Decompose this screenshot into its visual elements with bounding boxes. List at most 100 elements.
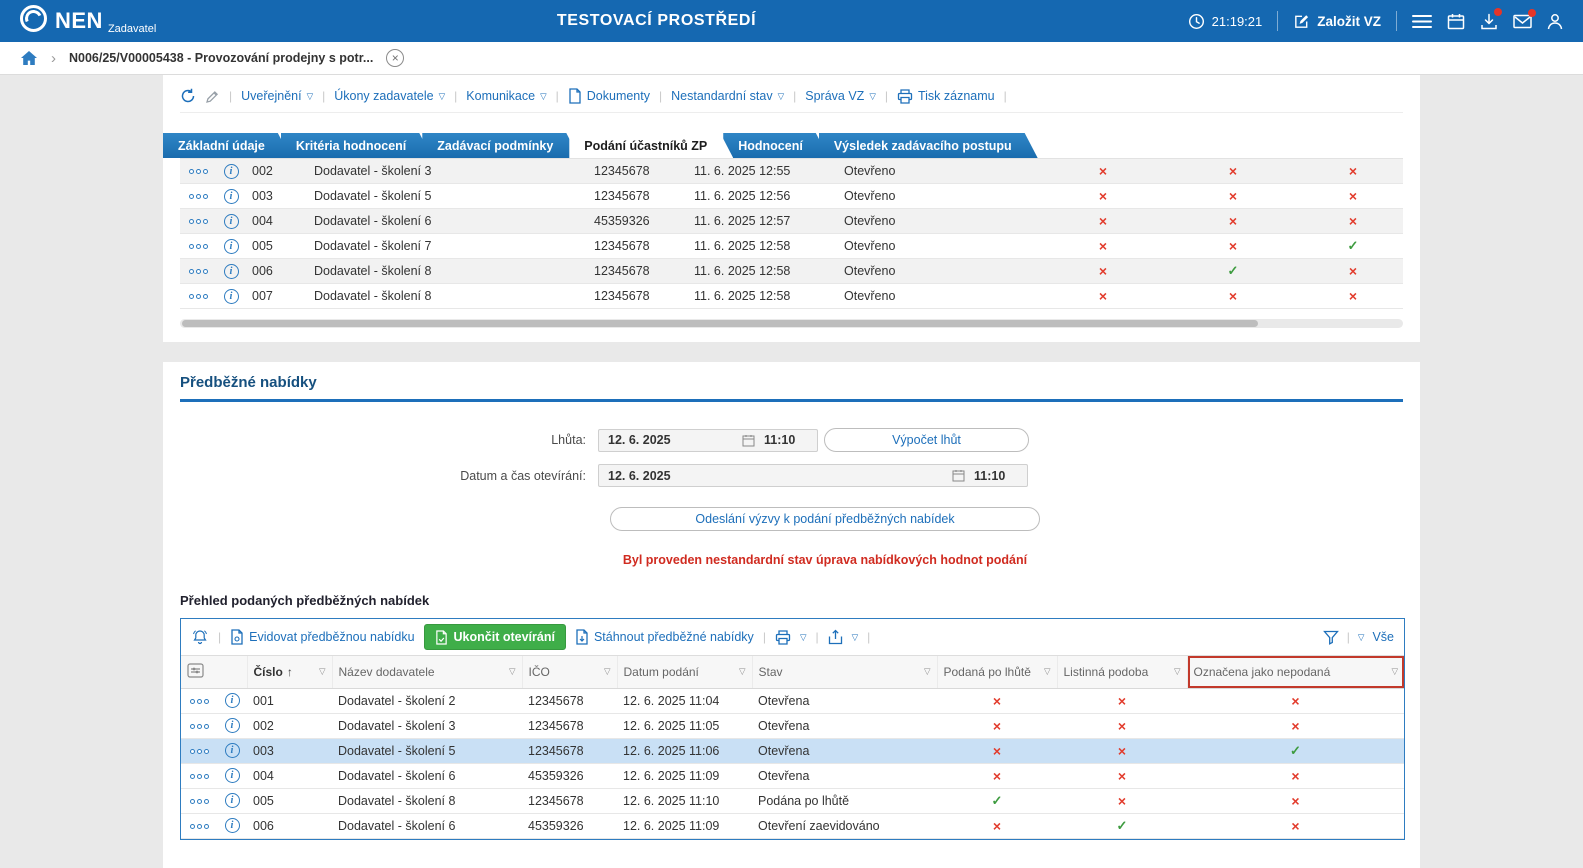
info-icon[interactable]: i bbox=[223, 188, 239, 204]
send-invitation-button[interactable]: Odeslání výzvy k podání předběžných nabí… bbox=[610, 507, 1040, 531]
menu-sprava-vz[interactable]: Správa VZ ▽ bbox=[805, 89, 876, 103]
row-info-cell[interactable]: i bbox=[217, 688, 247, 714]
col-header-supplier[interactable]: Název dodavatele ▽ bbox=[332, 656, 523, 689]
row-actions-cell[interactable] bbox=[180, 158, 216, 184]
row-actions-icon[interactable] bbox=[188, 219, 208, 225]
menu-icon[interactable] bbox=[1412, 14, 1432, 29]
row-info-cell[interactable]: i bbox=[216, 283, 246, 309]
table-row[interactable]: i 002 Dodavatel - školení 3 12345678 12. 6. … bbox=[181, 713, 1404, 739]
calc-deadlines-button[interactable]: Výpočet lhůt bbox=[824, 428, 1029, 452]
dropdown-icon[interactable]: ▽ bbox=[800, 632, 807, 643]
info-icon[interactable]: i bbox=[224, 818, 240, 834]
calendar-icon[interactable] bbox=[952, 469, 965, 482]
row-actions-cell[interactable] bbox=[181, 813, 217, 839]
export-icon[interactable] bbox=[828, 629, 843, 645]
home-icon[interactable] bbox=[20, 50, 38, 66]
menu-uverejneni[interactable]: Uveřejnění ▽ bbox=[241, 89, 313, 103]
row-actions-icon[interactable] bbox=[189, 698, 209, 704]
tab-hodnoceni[interactable]: Hodnocení bbox=[723, 133, 829, 158]
row-actions-icon[interactable] bbox=[189, 798, 209, 804]
filter-icon[interactable] bbox=[1322, 630, 1339, 645]
row-info-cell[interactable]: i bbox=[216, 208, 246, 234]
bell-icon[interactable] bbox=[191, 629, 209, 645]
col-header-not-submitted[interactable]: Označena jako nepodaná ▽ bbox=[1187, 656, 1404, 689]
refresh-icon[interactable] bbox=[180, 88, 196, 104]
row-actions-icon[interactable] bbox=[189, 748, 209, 754]
register-offer-button[interactable]: Evidovat předběžnou nabídku bbox=[230, 629, 415, 645]
row-actions-cell[interactable] bbox=[181, 763, 217, 789]
info-icon[interactable]: i bbox=[223, 163, 239, 179]
row-actions-cell[interactable] bbox=[180, 208, 216, 234]
filter-dropdown-icon[interactable]: ▽ bbox=[319, 666, 326, 677]
menu-komunikace[interactable]: Komunikace ▽ bbox=[466, 89, 546, 103]
row-actions-icon[interactable] bbox=[189, 723, 209, 729]
profile-icon[interactable] bbox=[1547, 13, 1563, 30]
create-vz-button[interactable]: Založit VZ bbox=[1293, 13, 1381, 30]
row-actions-cell[interactable] bbox=[180, 183, 216, 209]
filter-dropdown-icon[interactable]: ▽ bbox=[1391, 666, 1398, 677]
dropdown-icon[interactable]: ▽ bbox=[852, 632, 859, 643]
scrollbar-thumb[interactable] bbox=[182, 320, 1259, 327]
row-info-cell[interactable]: i bbox=[216, 158, 246, 184]
row-info-cell[interactable]: i bbox=[217, 763, 247, 789]
deadline-date-value[interactable]: 12. 6. 2025 bbox=[599, 433, 742, 447]
row-actions-cell[interactable] bbox=[181, 713, 217, 739]
col-header-late[interactable]: Podaná po lhůtě ▽ bbox=[937, 656, 1058, 689]
downloads-icon[interactable] bbox=[1480, 7, 1502, 30]
table-row[interactable]: i 004 Dodavatel - školení 6 45359326 11. 6. … bbox=[180, 208, 1403, 234]
table-row[interactable]: i 002 Dodavatel - školení 3 12345678 11. 6. … bbox=[180, 158, 1403, 184]
tab-kriteria-hodnoceni[interactable]: Kritéria hodnocení bbox=[281, 133, 432, 158]
edit-icon[interactable] bbox=[205, 89, 220, 104]
horizontal-scrollbar[interactable] bbox=[180, 319, 1403, 328]
menu-ukony-zadavatele[interactable]: Úkony zadavatele ▽ bbox=[334, 89, 445, 103]
col-header-ico[interactable]: IČO ▽ bbox=[522, 656, 618, 689]
row-info-cell[interactable]: i bbox=[217, 738, 247, 764]
opening-time-value[interactable]: 11:10 bbox=[965, 469, 1027, 483]
open-record-tab[interactable]: N006/25/V00005438 - Provozování prodejny… bbox=[69, 51, 373, 65]
download-offers-button[interactable]: Stáhnout předběžné nabídky bbox=[575, 629, 754, 645]
table-row[interactable]: i 006 Dodavatel - školení 8 12345678 11. 6. … bbox=[180, 258, 1403, 284]
info-icon[interactable]: i bbox=[224, 768, 240, 784]
table-row[interactable]: i 001 Dodavatel - školení 2 12345678 12. 6. … bbox=[181, 688, 1404, 714]
row-actions-icon[interactable] bbox=[188, 269, 208, 275]
info-icon[interactable]: i bbox=[224, 718, 240, 734]
row-actions-icon[interactable] bbox=[189, 823, 209, 829]
row-info-cell[interactable]: i bbox=[216, 183, 246, 209]
tab-zadavaci-podminky[interactable]: Zadávací podmínky bbox=[422, 133, 579, 158]
row-actions-cell[interactable] bbox=[180, 283, 216, 309]
col-header-number[interactable]: Číslo ↑ ▽ bbox=[247, 656, 333, 689]
row-actions-icon[interactable] bbox=[188, 294, 208, 300]
col-header-paper[interactable]: Listinná podoba ▽ bbox=[1057, 656, 1188, 689]
table-row[interactable]: i 004 Dodavatel - školení 6 45359326 12. 6. … bbox=[181, 763, 1404, 789]
menu-tisk-zaznamu[interactable]: Tisk záznamu bbox=[897, 88, 995, 104]
finish-opening-button[interactable]: Ukončit otevírání bbox=[423, 624, 566, 650]
col-header-date[interactable]: Datum podání ▽ bbox=[617, 656, 753, 689]
info-icon[interactable]: i bbox=[223, 213, 239, 229]
messages-icon[interactable] bbox=[1513, 8, 1536, 29]
filter-dropdown-icon[interactable]: ▽ bbox=[604, 666, 611, 677]
dropdown-icon[interactable]: ▽ bbox=[1358, 632, 1365, 643]
filter-dropdown-icon[interactable]: ▽ bbox=[509, 666, 516, 677]
row-info-cell[interactable]: i bbox=[217, 713, 247, 739]
filter-dropdown-icon[interactable]: ▽ bbox=[739, 666, 746, 677]
col-header-status[interactable]: Stav ▽ bbox=[752, 656, 938, 689]
row-actions-cell[interactable] bbox=[180, 258, 216, 284]
tab-podani-ucastniku-zp[interactable]: Podání účastníků ZP bbox=[569, 133, 733, 158]
deadline-datetime-input[interactable]: 12. 6. 2025 11:10 bbox=[598, 428, 818, 452]
row-actions-cell[interactable] bbox=[181, 738, 217, 764]
tab-zakladni-udaje[interactable]: Základní údaje bbox=[163, 133, 291, 158]
row-actions-icon[interactable] bbox=[188, 244, 208, 250]
info-icon[interactable]: i bbox=[223, 238, 239, 254]
info-icon[interactable]: i bbox=[223, 263, 239, 279]
nen-logo[interactable]: NEN Zadavatel bbox=[20, 2, 156, 40]
calendar-icon[interactable] bbox=[742, 434, 755, 447]
row-info-cell[interactable]: i bbox=[217, 813, 247, 839]
menu-nestandardni-stav[interactable]: Nestandardní stav ▽ bbox=[671, 89, 784, 103]
menu-dokumenty[interactable]: Dokumenty bbox=[568, 88, 650, 104]
info-icon[interactable]: i bbox=[224, 693, 240, 709]
close-record-icon[interactable]: × bbox=[386, 49, 405, 67]
filter-dropdown-icon[interactable]: ▽ bbox=[1044, 666, 1051, 677]
row-actions-cell[interactable] bbox=[180, 233, 216, 259]
row-actions-cell[interactable] bbox=[181, 788, 217, 814]
view-all-link[interactable]: Vše bbox=[1372, 630, 1394, 644]
